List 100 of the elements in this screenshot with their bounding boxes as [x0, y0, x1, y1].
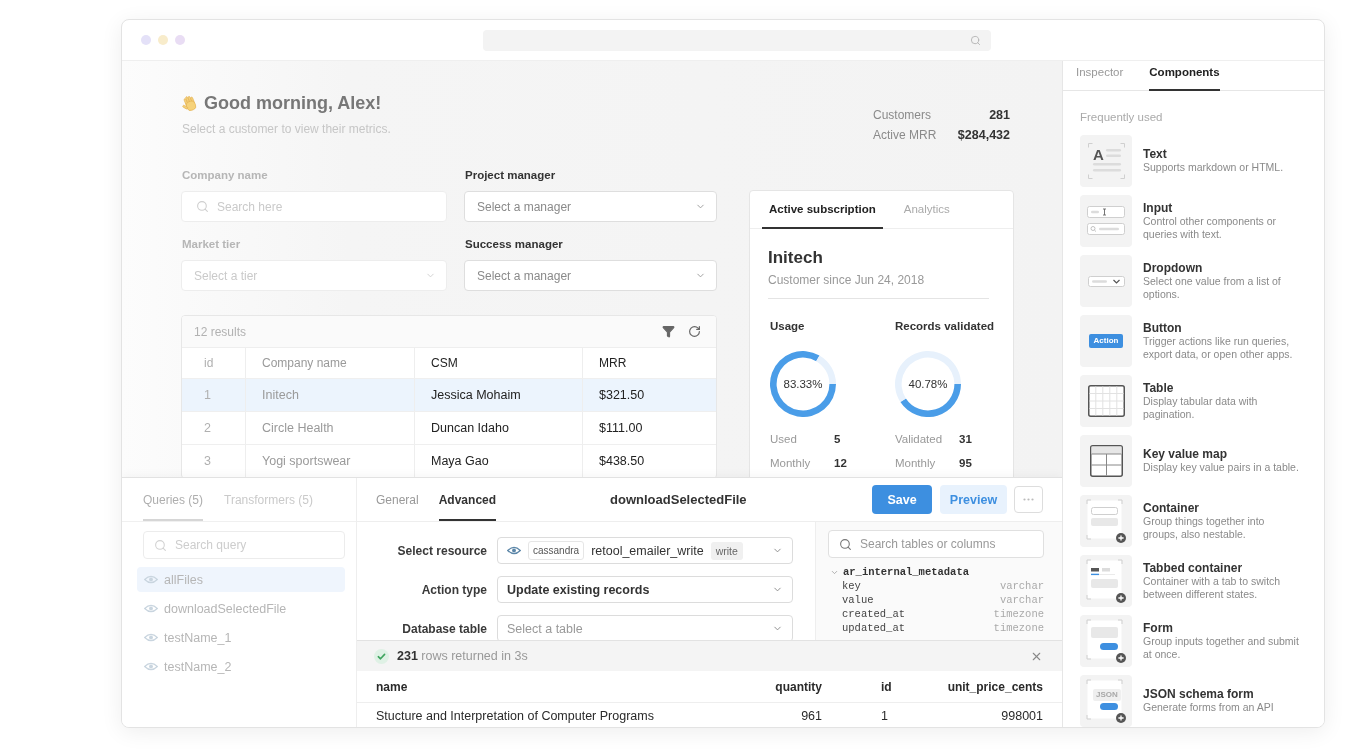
component-thumbnail[interactable]: JSON	[1080, 675, 1132, 727]
tab[interactable]: Components	[1149, 61, 1220, 91]
column-header[interactable]: unit_price_cents	[941, 679, 1043, 694]
select-field[interactable]: Select a manager	[464, 191, 717, 222]
component-thumbnail[interactable]	[1080, 615, 1132, 667]
more-icon	[1023, 498, 1034, 501]
window-dot-icon[interactable]	[141, 35, 151, 45]
resource-select[interactable]: cassandra retool_emailer_write write	[497, 537, 793, 564]
metric-title: Usage	[770, 319, 806, 333]
tab[interactable]: General	[376, 478, 419, 521]
component-description: Generate forms from an API	[1143, 701, 1275, 715]
component-thumbnail[interactable]	[1080, 555, 1132, 607]
table-row[interactable]: 1 Initech Jessica Mohaim $321.50	[182, 379, 716, 412]
component-thumbnail[interactable]: A	[1080, 135, 1132, 187]
input-fields-icon	[1087, 206, 1125, 236]
search-field[interactable]: Search tables or columns	[828, 530, 1044, 558]
component-name: Table	[1143, 380, 1175, 395]
column-type: timezone	[993, 607, 1044, 621]
table-cell: 2	[182, 412, 246, 444]
table-cell: Duncan Idaho	[415, 412, 583, 444]
tab[interactable]: Advanced	[438, 478, 497, 521]
form-icon	[1085, 618, 1127, 664]
component-thumbnail[interactable]	[1080, 435, 1132, 487]
column-header[interactable]: id	[822, 679, 941, 694]
preview-button[interactable]: Preview	[940, 485, 1007, 514]
component-name: Input	[1143, 200, 1174, 215]
component-thumbnail[interactable]	[1080, 495, 1132, 547]
column-name: key	[842, 579, 861, 593]
stat-value: $284,432	[956, 128, 1010, 143]
metric-label: Monthly	[895, 456, 937, 470]
window-dot-icon[interactable]	[175, 35, 185, 45]
waving-hand-icon	[181, 94, 199, 112]
tab[interactable]: Queries (5)	[143, 478, 204, 521]
donut-center-label: 40.78%	[908, 378, 948, 390]
table-row[interactable]: 2 Circle Health Duncan Idaho $111.00	[182, 412, 716, 445]
component-thumbnail[interactable]	[1080, 195, 1132, 247]
field-label: Action type	[420, 582, 487, 597]
component-name: JSON schema form	[1143, 687, 1255, 702]
select-field[interactable]: Select a table	[497, 615, 793, 640]
component-thumbnail[interactable]: Action	[1080, 315, 1132, 367]
column-name: created_at	[842, 607, 905, 621]
search-icon	[839, 537, 852, 551]
select-field[interactable]: Update existing records	[497, 576, 793, 603]
query-item[interactable]: downloadSelectedFile	[137, 596, 345, 621]
column-header[interactable]: Company name	[246, 348, 415, 378]
sample-letter: A	[1093, 147, 1104, 162]
column-header[interactable]: MRR	[583, 348, 716, 378]
tab[interactable]: Analytics	[896, 191, 957, 229]
query-item[interactable]: allFiles	[137, 567, 345, 592]
button-preview: Action	[1088, 334, 1124, 348]
component-thumbnail[interactable]	[1080, 375, 1132, 427]
filter-icon[interactable]	[662, 325, 675, 338]
column-type: timezone	[993, 621, 1044, 635]
component-description: Control other components or queries with text.	[1143, 214, 1278, 242]
save-button[interactable]: Save	[872, 485, 932, 514]
component-thumbnail[interactable]	[1080, 255, 1132, 307]
column-header[interactable]: CSM	[415, 348, 583, 378]
field-label: Company name	[181, 168, 269, 183]
stat-label: Active MRR	[873, 128, 938, 143]
section-heading: Frequently used	[1080, 110, 1164, 124]
component-name: Button	[1143, 320, 1183, 335]
metric-label: Used	[770, 432, 798, 446]
table-cell: Jessica Mohaim	[415, 379, 583, 411]
search-icon	[970, 34, 981, 46]
column-name: value	[842, 593, 874, 607]
key-value-grid-icon	[1089, 445, 1123, 477]
table-name: ar_internal_metadata	[843, 565, 970, 579]
donut-center-label: 83.33%	[783, 378, 823, 390]
component-name: Key value map	[1143, 447, 1229, 462]
metric-value: 5	[834, 432, 842, 446]
metric-value: 12	[834, 456, 847, 470]
component-name: Dropdown	[1143, 260, 1204, 275]
column-header[interactable]: quantity	[702, 679, 822, 694]
search-icon	[154, 538, 167, 552]
select-field[interactable]: Select a manager	[464, 260, 717, 291]
tab[interactable]: Inspector	[1076, 61, 1124, 91]
query-title: downloadSelectedFile	[610, 492, 747, 507]
resource-type-badge: cassandra	[528, 541, 585, 560]
column-header[interactable]: name	[376, 679, 702, 694]
table-cell-text: Stucture and Interpretation of Computer Programs	[376, 708, 655, 723]
table-cell-text: 961	[800, 708, 822, 723]
query-name: downloadSelectedFile	[164, 601, 287, 616]
table-grid-icon	[1087, 385, 1125, 417]
metric-label: Validated	[895, 432, 944, 446]
metric-value: 31	[959, 432, 972, 446]
text-layout-icon	[1087, 143, 1125, 179]
query-item[interactable]: testName_1	[137, 625, 345, 650]
refresh-icon[interactable]	[688, 325, 701, 338]
json-label: JSON	[1093, 689, 1121, 701]
table-cell: Circle Health	[246, 412, 415, 444]
stat-value: 281	[988, 108, 1010, 123]
check-icon	[374, 648, 389, 664]
field-label: Database table	[401, 621, 487, 636]
column-header[interactable]: id	[182, 348, 246, 378]
query-item[interactable]: testName_2	[137, 654, 345, 679]
table-cell-text: $111.00	[598, 420, 644, 437]
window-dot-icon[interactable]	[158, 35, 168, 45]
tab[interactable]: Active subscription	[762, 191, 883, 229]
customer-name: Initech	[768, 248, 824, 268]
container-icon	[1085, 498, 1127, 544]
